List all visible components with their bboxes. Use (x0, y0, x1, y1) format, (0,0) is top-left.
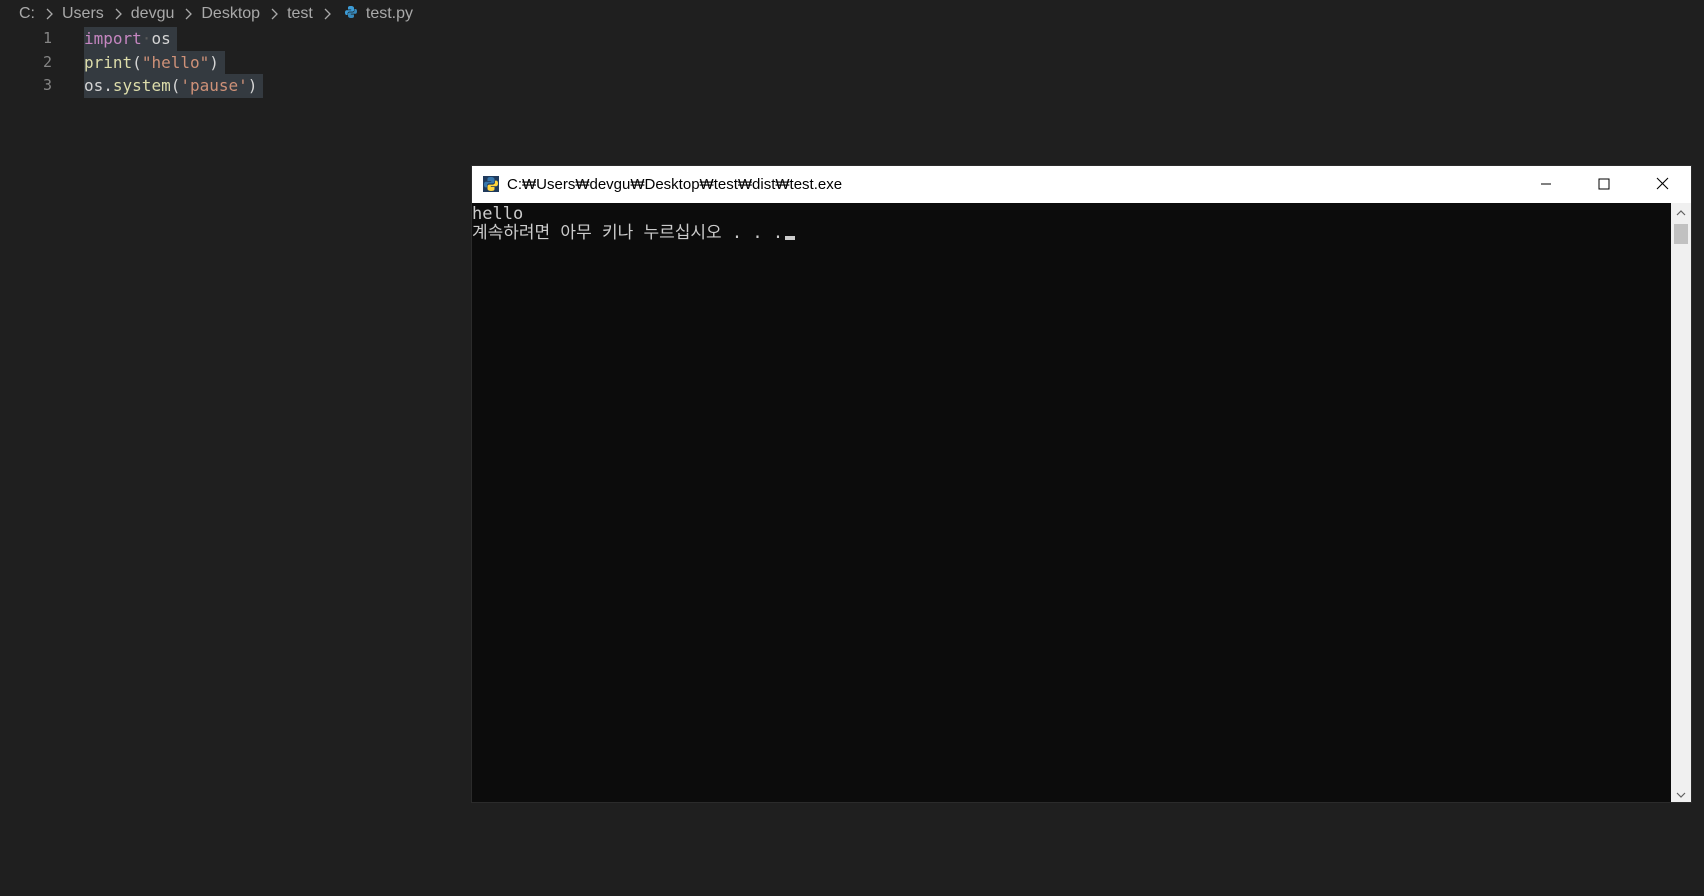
console-output[interactable]: hello 계속하려면 아무 키나 누르십시오 . . . (472, 203, 1671, 802)
breadcrumb-item-test[interactable]: test (287, 5, 313, 23)
code-token: · (141, 29, 152, 48)
breadcrumb-file[interactable]: test.py (366, 5, 413, 23)
code-token: os. (84, 76, 113, 95)
maximize-icon (1598, 175, 1610, 194)
maximize-button[interactable] (1575, 166, 1633, 203)
arrow-down-icon (1676, 784, 1686, 803)
scrollbar-thumb[interactable] (1674, 224, 1688, 244)
arrow-up-icon (1676, 202, 1686, 221)
chevron-right-icon (41, 6, 57, 22)
code-area[interactable]: 1 import·os 2 print("hello") 3 os.system('pau… (0, 27, 420, 98)
close-icon (1656, 175, 1669, 194)
python-file-icon (344, 5, 358, 19)
code-line-text: print("hello") (84, 50, 225, 74)
code-line-text: import·os (84, 27, 177, 51)
python-app-icon (482, 175, 500, 193)
code-token: 'pause' (180, 76, 248, 95)
code-token: os (151, 29, 171, 48)
console-pause-message: 계속하려면 아무 키나 누르십시오 . . . (472, 223, 784, 243)
scroll-up-button[interactable] (1671, 203, 1691, 220)
close-button[interactable] (1633, 166, 1691, 203)
breadcrumb-item-drive[interactable]: C: (19, 5, 35, 23)
code-line[interactable]: 3 os.system('pause') (0, 74, 420, 98)
line-number: 2 (42, 52, 52, 71)
code-token: ) (247, 76, 258, 95)
console-prompt-line: 계속하려면 아무 키나 누르십시오 . . . (472, 224, 1671, 243)
code-token: import (84, 29, 142, 48)
code-line[interactable]: 1 import·os (0, 27, 420, 51)
console-output-line: hello (472, 204, 524, 224)
console-titlebar[interactable]: C:₩Users₩devgu₩Desktop₩test₩dist₩test.ex… (472, 166, 1691, 203)
code-token: "hello" (141, 52, 210, 72)
scroll-down-button[interactable] (1671, 785, 1691, 802)
code-token: ( (132, 52, 142, 72)
chevron-right-icon (180, 6, 196, 22)
code-token: ) (209, 52, 219, 72)
breadcrumb-item-users[interactable]: Users (62, 5, 104, 23)
code-token: print (84, 52, 133, 72)
chevron-right-icon (110, 6, 126, 22)
console-scrollbar[interactable] (1671, 203, 1691, 802)
code-line-text: os.system('pause') (84, 74, 264, 98)
text-cursor (785, 236, 796, 240)
breadcrumb-item-desktop[interactable]: Desktop (201, 5, 260, 23)
console-window[interactable]: C:₩Users₩devgu₩Desktop₩test₩dist₩test.ex… (471, 165, 1692, 803)
line-number: 3 (42, 76, 52, 94)
code-token: system (112, 76, 171, 95)
minimize-icon (1540, 175, 1552, 194)
chevron-right-icon (266, 6, 282, 22)
chevron-right-icon (319, 6, 335, 22)
line-number: 1 (42, 29, 52, 47)
console-title: C:₩Users₩devgu₩Desktop₩test₩dist₩test.ex… (507, 176, 843, 193)
code-line[interactable]: 2 print("hello") (0, 50, 420, 74)
breadcrumb-item-devgu[interactable]: devgu (131, 5, 175, 23)
breadcrumb: C: Users devgu Desktop test test.py (19, 2, 413, 26)
code-token: ( (170, 76, 181, 95)
minimize-button[interactable] (1517, 166, 1575, 203)
